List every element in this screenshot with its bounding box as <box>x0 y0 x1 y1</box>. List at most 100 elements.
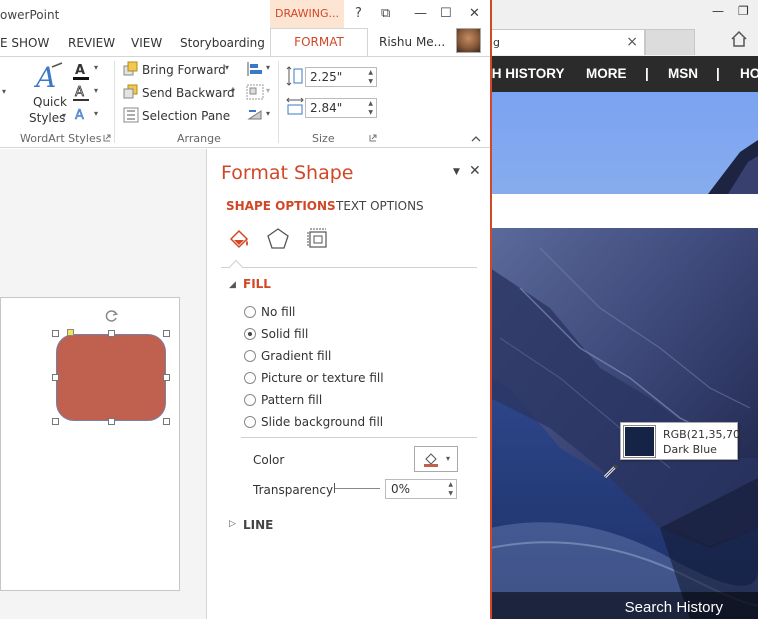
minimize-icon[interactable]: — <box>414 6 427 21</box>
chevron-down-icon[interactable]: ▾ <box>225 63 229 72</box>
search-history-bar[interactable]: Search History <box>490 592 758 619</box>
label-slide-background-fill[interactable]: Slide background fill <box>261 415 383 429</box>
collapse-ribbon-icon[interactable] <box>471 135 481 142</box>
resize-handle[interactable] <box>163 330 170 337</box>
tab-storyboarding[interactable]: Storyboarding <box>180 36 265 50</box>
text-effects-icon[interactable]: A <box>72 105 90 125</box>
nav-item-more[interactable]: MORE <box>586 66 627 81</box>
dialog-launcher-icon[interactable] <box>103 134 111 142</box>
label-no-fill[interactable]: No fill <box>261 305 295 319</box>
send-backward-button[interactable]: Send Backward <box>142 86 235 100</box>
user-name[interactable]: Rishu Me... <box>379 35 445 49</box>
selection-pane-button[interactable]: Selection Pane <box>142 109 230 123</box>
bring-forward-icon[interactable] <box>123 61 139 77</box>
shape-width-input[interactable]: 2.84" ▲ ▼ <box>305 98 377 118</box>
effects-pentagon-icon[interactable] <box>266 227 290 251</box>
fill-color-button[interactable]: ▾ <box>414 446 458 472</box>
send-backward-icon[interactable] <box>123 84 139 100</box>
resize-handle[interactable] <box>52 330 59 337</box>
spin-up-icon[interactable]: ▲ <box>448 481 453 488</box>
align-icon[interactable] <box>246 61 264 77</box>
resize-handle[interactable] <box>52 374 59 381</box>
spin-up-icon[interactable]: ▲ <box>368 100 373 107</box>
resize-handle[interactable] <box>163 418 170 425</box>
new-tab-button[interactable] <box>645 29 695 55</box>
close-icon[interactable]: ✕ <box>469 6 480 21</box>
resize-handle[interactable] <box>52 418 59 425</box>
radio-slide-background-fill[interactable] <box>244 416 256 428</box>
transparency-input[interactable]: 0% ▲ ▼ <box>385 479 457 499</box>
fill-section-header[interactable]: FILL <box>243 277 271 291</box>
chevron-down-icon[interactable]: ▾ <box>62 111 66 120</box>
text-outline-icon[interactable]: A <box>72 83 90 103</box>
chevron-down-icon[interactable]: ▾ <box>446 454 450 463</box>
selection-pane-icon[interactable] <box>123 107 139 123</box>
pane-close-icon[interactable]: ✕ <box>469 163 481 179</box>
resize-handle[interactable] <box>108 330 115 337</box>
radio-gradient-fill[interactable] <box>244 350 256 362</box>
radio-pattern-fill[interactable] <box>244 394 256 406</box>
size-properties-icon[interactable] <box>306 227 330 251</box>
nav-item-search-history[interactable]: CH HISTORY <box>490 66 565 81</box>
tab-view[interactable]: VIEW <box>131 36 162 50</box>
dialog-launcher-icon[interactable] <box>369 134 377 142</box>
quick-styles-label-1[interactable]: Quick <box>33 95 67 109</box>
chevron-down-icon[interactable]: ▾ <box>266 86 270 95</box>
transparency-slider-track[interactable] <box>335 488 380 489</box>
bring-forward-button[interactable]: Bring Forward <box>142 63 226 77</box>
chevron-down-icon[interactable]: ▾ <box>231 86 235 95</box>
collapsed-triangle-icon[interactable]: ▷ <box>229 519 236 529</box>
chevron-down-icon[interactable]: ▾ <box>2 87 6 96</box>
eyedropper-cursor-icon <box>603 463 619 479</box>
spin-down-icon[interactable]: ▼ <box>368 109 373 116</box>
rounded-rectangle-shape[interactable] <box>56 334 166 421</box>
label-gradient-fill[interactable]: Gradient fill <box>261 349 331 363</box>
tab-text-options[interactable]: TEXT OPTIONS <box>336 199 424 213</box>
wordart-quick-styles-icon[interactable]: A <box>34 61 64 93</box>
rotate-icon[interactable] <box>246 107 264 123</box>
label-pattern-fill[interactable]: Pattern fill <box>261 393 322 407</box>
tab-slide-show[interactable]: E SHOW <box>0 36 49 50</box>
pane-options-icon[interactable]: ▼ <box>453 167 460 177</box>
home-icon[interactable] <box>730 30 748 48</box>
radio-picture-fill[interactable] <box>244 372 256 384</box>
text-fill-icon[interactable]: A <box>72 61 90 81</box>
chevron-down-icon[interactable]: ▾ <box>94 109 98 118</box>
minimize-icon[interactable]: — <box>712 4 724 18</box>
nav-item-msn[interactable]: MSN <box>668 66 698 81</box>
chevron-down-icon[interactable]: ▾ <box>266 63 270 72</box>
browser-tab[interactable]: g × <box>490 29 645 55</box>
chevron-down-icon[interactable]: ▾ <box>94 86 98 95</box>
spin-up-icon[interactable]: ▲ <box>368 69 373 76</box>
expanded-triangle-icon[interactable]: ◢ <box>229 280 236 290</box>
spin-down-icon[interactable]: ▼ <box>368 78 373 85</box>
fill-line-icon[interactable] <box>227 227 251 251</box>
adjustment-handle[interactable] <box>67 329 74 336</box>
line-section-header[interactable]: LINE <box>243 518 273 532</box>
chevron-down-icon[interactable]: ▾ <box>94 63 98 72</box>
restore-icon[interactable]: ❐ <box>738 4 749 18</box>
maximize-icon[interactable]: ☐ <box>440 6 452 21</box>
nav-item-home[interactable]: HO <box>740 66 758 81</box>
tab-review[interactable]: REVIEW <box>68 36 115 50</box>
radio-solid-fill[interactable] <box>244 328 256 340</box>
quick-styles-label-2[interactable]: Styles <box>29 111 65 125</box>
eyedropper-color-tooltip: RGB(21,35,70) Dark Blue <box>620 422 744 460</box>
label-solid-fill[interactable]: Solid fill <box>261 327 308 341</box>
chevron-down-icon[interactable]: ▾ <box>266 109 270 118</box>
label-picture-fill[interactable]: Picture or texture fill <box>261 371 384 385</box>
group-icon[interactable] <box>246 84 264 100</box>
tab-format[interactable]: FORMAT <box>270 28 368 57</box>
resize-handle[interactable] <box>108 418 115 425</box>
resize-handle[interactable] <box>163 374 170 381</box>
radio-no-fill[interactable] <box>244 306 256 318</box>
ribbon-display-icon[interactable]: ⧉ <box>381 6 390 21</box>
tab-shape-options[interactable]: SHAPE OPTIONS <box>226 199 336 213</box>
help-icon[interactable]: ? <box>355 6 362 21</box>
avatar[interactable] <box>456 28 481 53</box>
spin-down-icon[interactable]: ▼ <box>448 490 453 497</box>
shape-height-input[interactable]: 2.25" ▲ ▼ <box>305 67 377 87</box>
tab-close-icon[interactable]: × <box>626 34 638 50</box>
drawing-tools-context-tab[interactable]: DRAWING... <box>270 0 344 28</box>
rotate-handle-icon[interactable] <box>104 308 120 324</box>
